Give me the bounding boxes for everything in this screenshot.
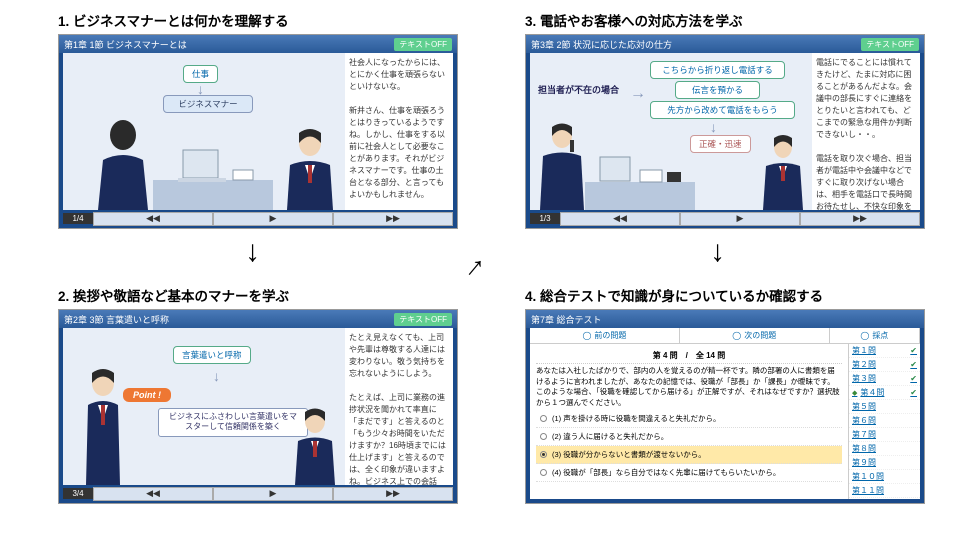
prev-button[interactable]: ◀◀ xyxy=(560,212,680,226)
question-link[interactable]: 第６問 xyxy=(849,414,920,428)
lesson-header: 第2章 3節 言葉遣いと呼称 テキストOFF xyxy=(59,310,457,328)
question-link-current[interactable]: ◆第４問✔ xyxy=(849,386,920,400)
man-front-icon xyxy=(754,132,812,210)
question-link[interactable]: 第１０問 xyxy=(849,470,920,484)
tag-manner: ビジネスマナー xyxy=(163,95,253,113)
lesson-text: 電話にでることには慣れてきたけど、たまに対応に困ることがあるんだよな。会議中の部… xyxy=(812,53,920,210)
desk-icon xyxy=(153,140,273,210)
man-front-icon xyxy=(275,125,345,210)
chapter-label: 第1章 1節 ビジネスマナーとは xyxy=(64,38,187,51)
check-icon: ✔ xyxy=(910,360,917,369)
question-link[interactable]: 第５問 xyxy=(849,400,920,414)
check-icon: ✔ xyxy=(910,346,917,355)
circle-right-icon: ◯ xyxy=(732,331,741,340)
next-button[interactable]: ▶▶ xyxy=(333,487,453,501)
prev-button[interactable]: ◀◀ xyxy=(93,487,213,501)
arrow-diagonal-icon: ↑ xyxy=(459,249,492,285)
desk-icon xyxy=(585,152,695,210)
tag-wording: 言葉遣いと呼称 xyxy=(173,346,251,364)
question-link[interactable]: 第１２問 xyxy=(849,498,920,499)
lesson-text: たとえ見えなくても、上司や先輩は尊敬する人達には変わりない。敬う気持ちを忘れない… xyxy=(345,328,453,485)
diamond-icon: ◆ xyxy=(852,389,857,397)
play-button[interactable]: ▶ xyxy=(213,487,333,501)
question-link[interactable]: 第１１問 xyxy=(849,484,920,498)
check-icon: ✔ xyxy=(910,374,917,383)
quiz-screen: 第7章 総合テスト ◯前の問題 ◯次の問題 ◯採点 第 4 問 / 全 14 問… xyxy=(525,309,925,504)
question-link[interactable]: 第９問 xyxy=(849,456,920,470)
next-button[interactable]: ▶▶ xyxy=(800,212,920,226)
chapter-label: 第3章 2節 状況に応じた応対の仕方 xyxy=(531,38,672,51)
question-text: あなたは入社したばかりで、部内の人を覚えるのが精一杯です。隣の部署の人に書類を届… xyxy=(536,364,842,410)
play-button[interactable]: ▶ xyxy=(213,212,333,226)
lesson-header: 第3章 2節 状況に応じた応対の仕方 テキストOFF xyxy=(526,35,924,53)
quiz-option[interactable]: (2) 違う人に届けると失礼だから。 xyxy=(536,428,842,446)
lesson-screen: 第3章 2節 状況に応じた応対の仕方 テキストOFF 担当者が不在の場合 → こ… xyxy=(525,34,925,229)
arrow-down-icon: ↓ xyxy=(245,235,260,269)
lesson-main: 担当者が不在の場合 → こちらから折り返し電話する 伝言を預かる 先方から改めて… xyxy=(530,53,812,210)
panel-title: 3. 電話やお客様への対応方法を学ぶ xyxy=(525,10,925,30)
play-button[interactable]: ▶ xyxy=(680,212,800,226)
panel-1: 1. ビジネスマナーとは何かを理解する 第1章 1節 ビジネスマナーとは テキス… xyxy=(58,10,458,225)
lesson-screen: 第2章 3節 言葉遣いと呼称 テキストOFF 言葉遣いと呼称 ↓ Point !… xyxy=(58,309,458,504)
quiz-option[interactable]: (4) 役職が「部長」なら自分ではなく先輩に届けてもらいたいから。 xyxy=(536,464,842,482)
radio-icon xyxy=(540,469,547,476)
situation-label: 担当者が不在の場合 xyxy=(538,83,619,96)
radio-icon xyxy=(540,415,547,422)
lesson-main: 言葉遣いと呼称 ↓ Point ! ビジネスにふさわしい言葉遣いをマスターして信… xyxy=(63,328,345,485)
quiz-option[interactable]: (1) 声を掛ける時に役職を間違えると失礼だから。 xyxy=(536,410,842,428)
lesson-main: 仕事 ↓ ビジネスマナー xyxy=(63,53,345,210)
radio-icon xyxy=(540,433,547,440)
lesson-header: 第7章 総合テスト xyxy=(526,310,924,328)
text-off-button[interactable]: テキストOFF xyxy=(394,313,452,326)
arrow-right-icon: → xyxy=(630,85,646,103)
panel-2: 2. 挨拶や敬語など基本のマナーを学ぶ 第2章 3節 言葉遣いと呼称 テキストO… xyxy=(58,285,458,500)
radio-icon-filled xyxy=(540,451,547,458)
panel-3: 3. 電話やお客様への対応方法を学ぶ 第3章 2節 状況に応じた応対の仕方 テキ… xyxy=(525,10,925,225)
score-button[interactable]: ◯採点 xyxy=(830,328,920,343)
page-indicator: 3/4 xyxy=(63,488,93,499)
circle-left-icon: ◯ xyxy=(582,331,591,340)
option-callback: こちらから折り返し電話する xyxy=(650,61,785,79)
question-link[interactable]: 第１問✔ xyxy=(849,344,920,358)
question-link[interactable]: 第８問 xyxy=(849,442,920,456)
question-link[interactable]: 第７問 xyxy=(849,428,920,442)
check-icon: ✔ xyxy=(910,388,917,397)
page-indicator: 1/3 xyxy=(530,213,560,224)
man-back-icon xyxy=(83,115,163,210)
check-icon: ◯ xyxy=(860,331,869,340)
page-indicator: 1/4 xyxy=(63,213,93,224)
question-link[interactable]: 第３問✔ xyxy=(849,372,920,386)
prev-button[interactable]: ◀◀ xyxy=(93,212,213,226)
next-button[interactable]: ▶▶ xyxy=(333,212,453,226)
quiz-option-selected[interactable]: (3) 役職が分からないと書類が渡せないから。 xyxy=(536,446,842,464)
panel-title: 1. ビジネスマナーとは何かを理解する xyxy=(58,10,458,30)
panel-title: 2. 挨拶や敬語など基本のマナーを学ぶ xyxy=(58,285,458,305)
arrow-down-icon: ↓ xyxy=(213,368,220,384)
man-front-icon xyxy=(285,405,345,485)
man-standing-icon xyxy=(68,365,138,485)
lesson-screen: 第1章 1節 ビジネスマナーとは テキストOFF 仕事 ↓ ビジネスマナー 社会… xyxy=(58,34,458,229)
badge-accurate: 正確・迅速 xyxy=(690,135,751,153)
text-off-button[interactable]: テキストOFF xyxy=(861,38,919,51)
option-message: 伝言を預かる xyxy=(675,81,760,99)
chapter-label: 第7章 総合テスト xyxy=(531,313,602,326)
next-question-button[interactable]: ◯次の問題 xyxy=(680,328,830,343)
question-link[interactable]: 第２問✔ xyxy=(849,358,920,372)
prev-question-button[interactable]: ◯前の問題 xyxy=(530,328,680,343)
text-off-button[interactable]: テキストOFF xyxy=(394,38,452,51)
question-list: 第１問✔ 第２問✔ 第３問✔ ◆第４問✔ 第５問 第６問 第７問 第８問 第９問… xyxy=(848,344,920,499)
arrow-down-icon: ↓ xyxy=(710,235,725,269)
panel-title: 4. 総合テストで知識が身についているか確認する xyxy=(525,285,945,305)
lesson-text: 社会人になったからには、とにかく仕事を頑張らないといけないな。 新井さん、仕事を… xyxy=(345,53,453,210)
arrow-down-icon: ↓ xyxy=(710,119,717,135)
chapter-label: 第2章 3節 言葉遣いと呼称 xyxy=(64,313,169,326)
question-counter: 第 4 問 / 全 14 問 xyxy=(536,348,842,364)
panel-4: 4. 総合テストで知識が身についているか確認する 第7章 総合テスト ◯前の問題… xyxy=(525,285,945,500)
lesson-header: 第1章 1節 ビジネスマナーとは テキストOFF xyxy=(59,35,457,53)
option-recall: 先方から改めて電話をもらう xyxy=(650,101,795,119)
